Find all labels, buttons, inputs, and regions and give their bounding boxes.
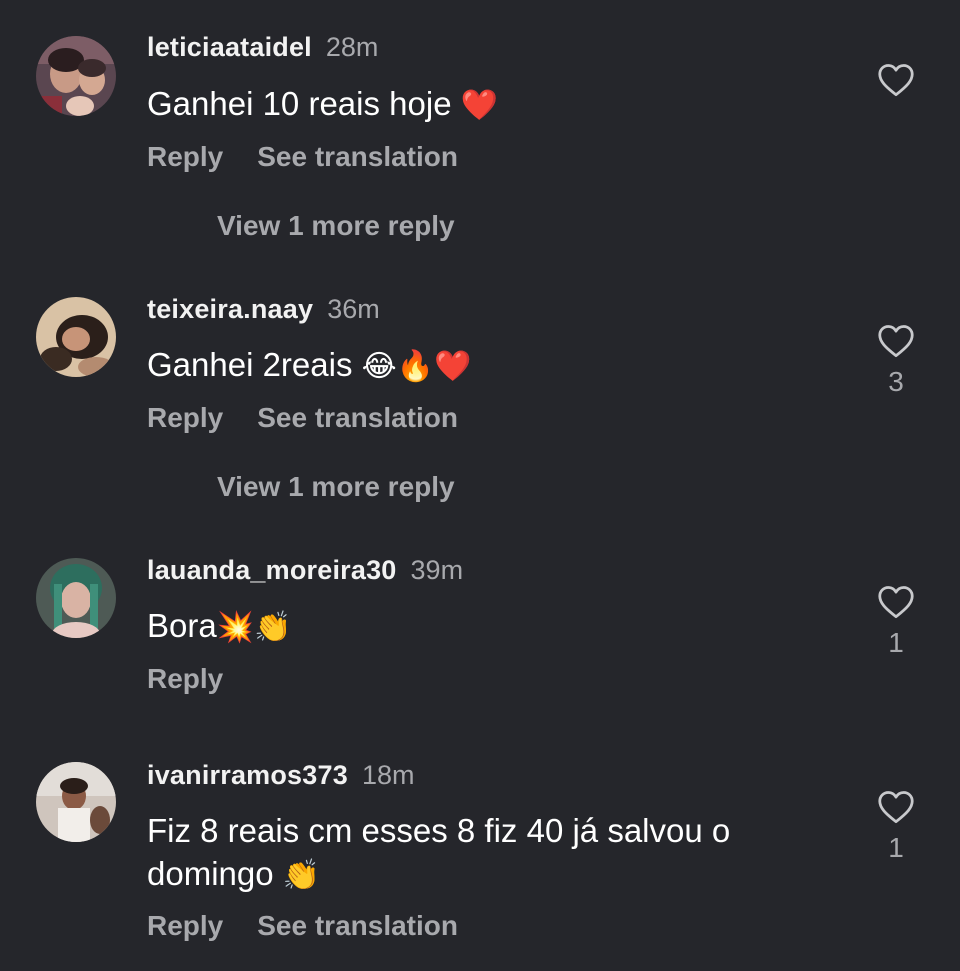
reply-button[interactable]: Reply [147,910,223,941]
heart-outline-icon[interactable] [877,790,915,824]
comment-actions: Reply See translation [147,140,458,174]
comment-text: Ganhei 10 reais hoje ❤️ [147,82,498,128]
see-translation-button[interactable]: See translation [257,910,458,941]
username[interactable]: leticiaataidel [147,32,312,62]
username[interactable]: lauanda_moreira30 [147,555,397,585]
comment-body: Ganhei 2reais [147,346,353,383]
timestamp: 28m [325,32,379,62]
username[interactable]: teixeira.naay [147,294,313,324]
heart-outline-icon[interactable] [877,324,915,358]
comment-text: domingo 👏 [147,852,320,898]
like-count: 1 [888,627,904,658]
comment-meta: ivanirramos373 18m [147,759,414,791]
username[interactable]: ivanirramos373 [147,760,348,790]
view-more-replies-button[interactable]: View 1 more reply [217,209,455,243]
comment-actions: Reply See translation [147,909,458,943]
reply-button[interactable]: Reply [147,402,223,433]
comment-meta: lauanda_moreira30 39m [147,554,463,586]
like-control: 1 [874,790,918,864]
avatar[interactable] [36,297,116,377]
comment-meta: leticiaataidel 28m [147,31,378,63]
comment-body: Bora [147,607,217,644]
avatar[interactable] [36,36,116,116]
timestamp: 18m [361,760,415,790]
like-control [874,63,918,105]
like-count: 3 [888,366,904,397]
comment-actions: Reply See translation [147,401,458,435]
see-translation-button[interactable]: See translation [257,402,458,433]
reply-button[interactable]: Reply [147,141,223,172]
comment-body-line1: Fiz 8 reais cm esses 8 fiz 40 já salvou … [147,812,731,849]
like-control: 1 [874,585,918,659]
emoji-group: 😂🔥❤️ [361,349,472,384]
emoji-group: 💥👏 [216,610,292,645]
emoji-group: ❤️ [460,88,499,123]
timestamp: 36m [327,294,380,324]
see-translation-button[interactable]: See translation [257,141,458,172]
avatar[interactable] [36,558,116,638]
reply-button[interactable]: Reply [147,663,223,694]
avatar[interactable] [36,762,116,842]
view-more-replies-button[interactable]: View 1 more reply [217,470,455,504]
like-count: 1 [888,832,904,863]
comment-text: Fiz 8 reais cm esses 8 fiz 40 já salvou … [147,809,730,853]
comment-text: Bora💥👏 [147,604,291,650]
comment-body: Ganhei 10 reais hoje [147,85,452,122]
comment-actions: Reply [147,662,223,696]
heart-outline-icon[interactable] [877,585,915,619]
timestamp: 39m [410,555,464,585]
heart-outline-icon[interactable] [877,63,915,97]
comment-body-line2: domingo [147,855,274,892]
emoji-group: 👏 [282,858,321,893]
comment-meta: teixeira.naay 36m [147,293,380,325]
like-control: 3 [874,324,918,398]
comment-text: Ganhei 2reais 😂🔥❤️ [147,343,471,389]
